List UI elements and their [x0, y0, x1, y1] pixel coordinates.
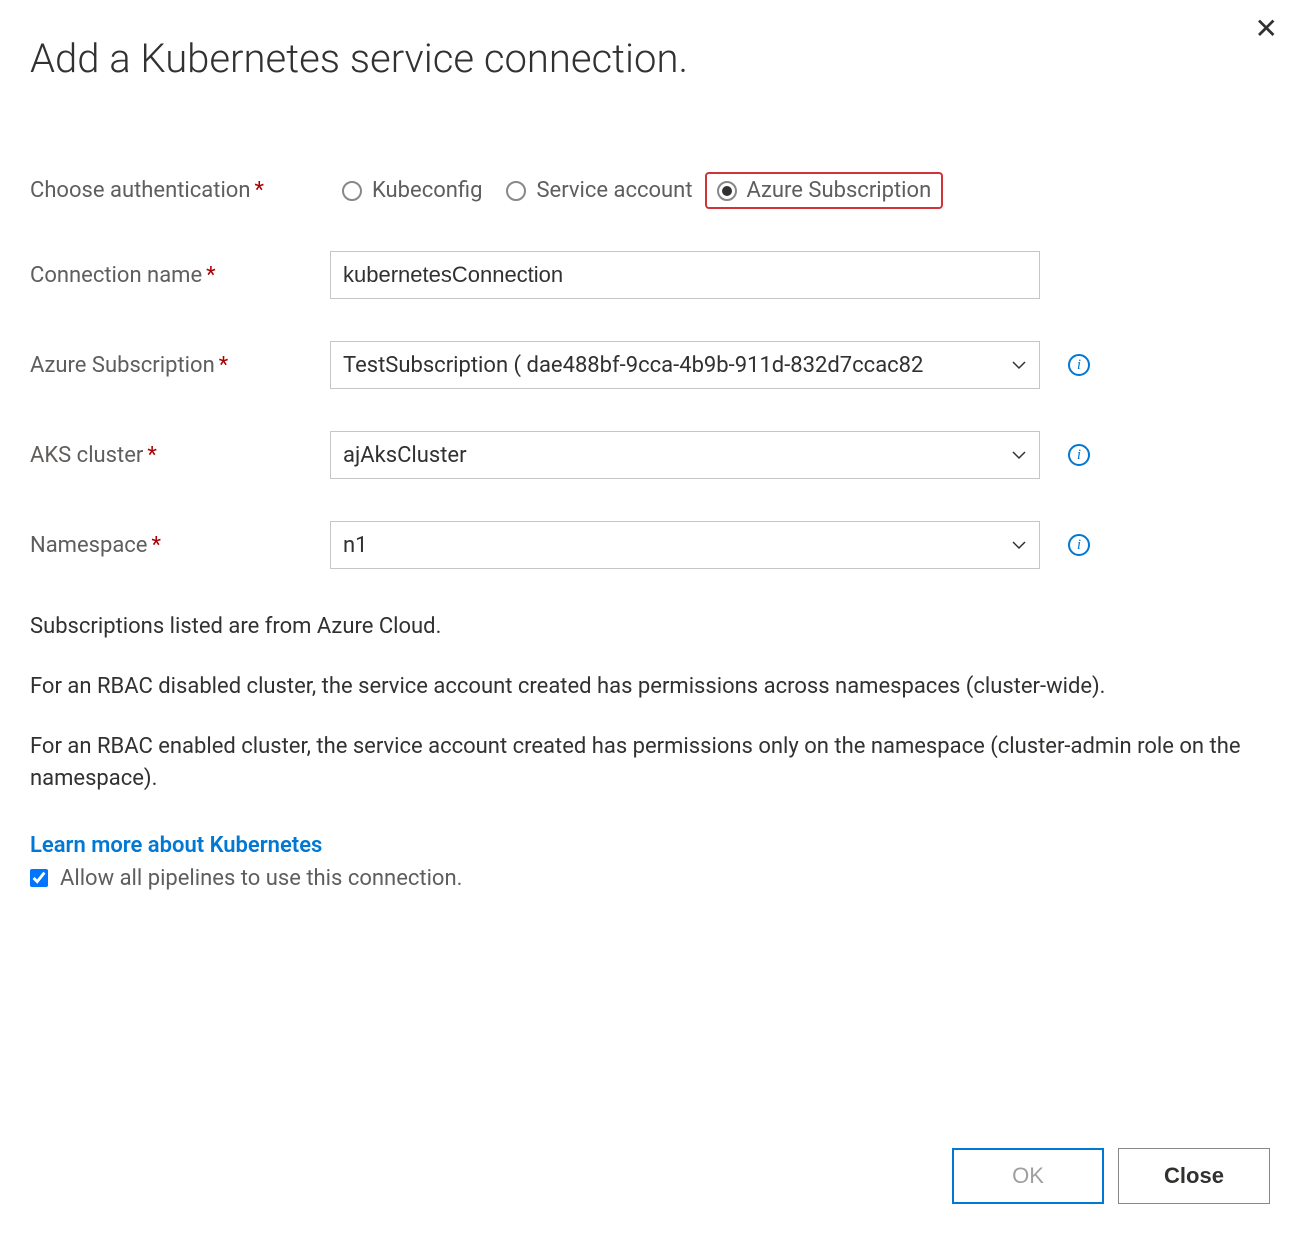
- allow-pipelines-row: Allow all pipelines to use this connecti…: [30, 866, 1270, 891]
- close-button[interactable]: Close: [1118, 1148, 1270, 1204]
- namespace-dropdown[interactable]: n1: [330, 521, 1040, 569]
- ok-button[interactable]: OK: [952, 1148, 1104, 1204]
- help-line-1: Subscriptions listed are from Azure Clou…: [30, 611, 1270, 643]
- help-line-2: For an RBAC disabled cluster, the servic…: [30, 671, 1270, 703]
- connection-name-label-text: Connection name: [30, 263, 202, 288]
- allow-pipelines-label: Allow all pipelines to use this connecti…: [60, 866, 462, 891]
- radio-service-account[interactable]: Service account: [494, 172, 704, 209]
- info-icon[interactable]: i: [1068, 534, 1090, 556]
- required-asterisk: *: [219, 353, 228, 378]
- learn-more-link[interactable]: Learn more about Kubernetes: [30, 833, 322, 858]
- namespace-field: n1 i: [330, 521, 1270, 569]
- namespace-label: Namespace*: [30, 533, 330, 558]
- aks-cluster-value: ajAksCluster: [343, 443, 1003, 468]
- namespace-label-text: Namespace: [30, 533, 147, 558]
- row-aks-cluster: AKS cluster* ajAksCluster i: [30, 431, 1270, 479]
- connection-name-label: Connection name*: [30, 263, 330, 288]
- required-asterisk: *: [151, 533, 160, 558]
- chevron-down-icon: [1011, 537, 1027, 553]
- aks-cluster-label-text: AKS cluster: [30, 443, 143, 468]
- radio-icon: [506, 181, 526, 201]
- chevron-down-icon: [1011, 447, 1027, 463]
- aks-cluster-label: AKS cluster*: [30, 443, 330, 468]
- azure-subscription-label-text: Azure Subscription: [30, 353, 215, 378]
- required-asterisk: *: [206, 263, 215, 288]
- azure-subscription-label: Azure Subscription*: [30, 353, 330, 378]
- row-connection-name: Connection name*: [30, 251, 1270, 299]
- radio-icon: [342, 181, 362, 201]
- aks-cluster-field: ajAksCluster i: [330, 431, 1270, 479]
- dialog-title: Add a Kubernetes service connection.: [30, 35, 1270, 82]
- help-line-3: For an RBAC enabled cluster, the service…: [30, 731, 1270, 795]
- azure-subscription-field: TestSubscription ( dae488bf-9cca-4b9b-91…: [330, 341, 1270, 389]
- radio-azure-subscription[interactable]: Azure Subscription: [705, 172, 944, 209]
- connection-name-field: [330, 251, 1270, 299]
- close-icon[interactable]: ✕: [1255, 15, 1278, 43]
- info-icon[interactable]: i: [1068, 354, 1090, 376]
- info-icon[interactable]: i: [1068, 444, 1090, 466]
- row-namespace: Namespace* n1 i: [30, 521, 1270, 569]
- connection-name-input[interactable]: [330, 251, 1040, 299]
- azure-subscription-value: TestSubscription ( dae488bf-9cca-4b9b-91…: [343, 353, 1003, 378]
- radio-kubeconfig-label: Kubeconfig: [372, 178, 482, 203]
- namespace-value: n1: [343, 533, 1003, 558]
- auth-radio-group: Kubeconfig Service account Azure Subscri…: [330, 172, 1270, 209]
- help-text-block: Subscriptions listed are from Azure Clou…: [30, 611, 1270, 795]
- allow-pipelines-checkbox[interactable]: [30, 869, 48, 887]
- row-authentication: Choose authentication* Kubeconfig Servic…: [30, 172, 1270, 209]
- azure-subscription-dropdown[interactable]: TestSubscription ( dae488bf-9cca-4b9b-91…: [330, 341, 1040, 389]
- radio-icon: [717, 181, 737, 201]
- aks-cluster-dropdown[interactable]: ajAksCluster: [330, 431, 1040, 479]
- auth-label-text: Choose authentication: [30, 178, 251, 203]
- radio-service-account-label: Service account: [536, 178, 692, 203]
- required-asterisk: *: [255, 178, 264, 203]
- auth-label: Choose authentication*: [30, 178, 330, 203]
- radio-kubeconfig[interactable]: Kubeconfig: [330, 172, 494, 209]
- required-asterisk: *: [147, 443, 156, 468]
- dialog-footer: OK Close: [952, 1148, 1270, 1204]
- radio-azure-subscription-label: Azure Subscription: [747, 178, 932, 203]
- chevron-down-icon: [1011, 357, 1027, 373]
- row-azure-subscription: Azure Subscription* TestSubscription ( d…: [30, 341, 1270, 389]
